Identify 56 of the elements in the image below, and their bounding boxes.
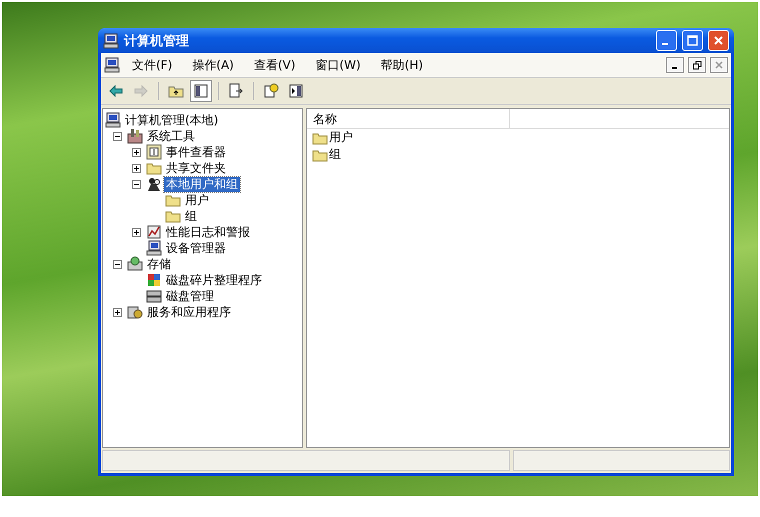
- computer-icon: [105, 112, 121, 128]
- tree-item[interactable]: 用户: [183, 192, 211, 208]
- menu-item[interactable]: 文件(F): [124, 54, 180, 76]
- blocks-icon: [146, 272, 162, 288]
- tree-item[interactable]: 组: [183, 208, 199, 224]
- close-icon: [713, 35, 724, 46]
- close-icon: [715, 61, 723, 69]
- tree-item[interactable]: 磁盘管理: [164, 288, 216, 304]
- services-icon: [127, 304, 143, 320]
- tree-pane-icon: [193, 83, 209, 99]
- expand-toggle[interactable]: [113, 308, 122, 316]
- restore-icon: [692, 60, 702, 70]
- menu-item[interactable]: 帮助(H): [372, 54, 432, 76]
- users-icon: [146, 176, 162, 192]
- menu-item[interactable]: 查看(V): [246, 54, 304, 76]
- expand-toggle[interactable]: [113, 260, 122, 268]
- list-item[interactable]: 组: [329, 146, 341, 163]
- export-list-icon: [228, 83, 244, 99]
- computer-icon: [146, 240, 162, 256]
- help-icon: [263, 83, 279, 99]
- computer-icon: [103, 32, 119, 48]
- tree-item[interactable]: 系统工具: [145, 128, 197, 144]
- expand-toggle[interactable]: [132, 228, 141, 236]
- minimize-button[interactable]: [666, 57, 684, 73]
- expand-toggle[interactable]: [132, 148, 141, 156]
- expand-toggle[interactable]: [132, 164, 141, 172]
- tree-item[interactable]: 本地用户和组: [164, 176, 240, 192]
- expand-toggle[interactable]: [132, 180, 141, 188]
- expand-toggle[interactable]: [113, 132, 122, 140]
- tree-item[interactable]: 计算机管理(本地): [123, 112, 220, 128]
- tools-icon: [127, 128, 143, 144]
- event-viewer-icon: [146, 144, 162, 160]
- chart-icon: [146, 224, 162, 240]
- tree-item[interactable]: 磁盘碎片整理程序: [164, 272, 264, 288]
- minimize-icon: [662, 43, 668, 45]
- forward-arrow-icon: [133, 83, 149, 99]
- toolbar-button[interactable]: [190, 80, 212, 102]
- tree-item[interactable]: 设备管理器: [164, 240, 228, 256]
- maximize-button[interactable]: [682, 30, 703, 51]
- tree-item[interactable]: 存储: [145, 256, 173, 272]
- tree-item[interactable]: 共享文件夹: [164, 160, 228, 176]
- window-title: 计算机管理: [124, 32, 190, 50]
- tree-item[interactable]: 性能日志和警报: [164, 224, 252, 240]
- computer-icon: [104, 57, 120, 73]
- disk-icon: [146, 288, 162, 304]
- column-header[interactable]: 名称: [307, 109, 510, 128]
- list-item[interactable]: 用户: [329, 129, 353, 146]
- menu-item[interactable]: 窗口(W): [307, 54, 369, 76]
- panel-icon: [288, 83, 304, 99]
- back-arrow-icon: [108, 83, 124, 99]
- maximize-icon: [687, 35, 698, 46]
- tree-item[interactable]: 服务和应用程序: [145, 304, 233, 320]
- storage-icon: [127, 256, 143, 272]
- tree-item[interactable]: 事件查看器: [164, 144, 228, 160]
- restore-button[interactable]: [688, 57, 706, 73]
- menu-item[interactable]: 操作(A): [184, 54, 242, 76]
